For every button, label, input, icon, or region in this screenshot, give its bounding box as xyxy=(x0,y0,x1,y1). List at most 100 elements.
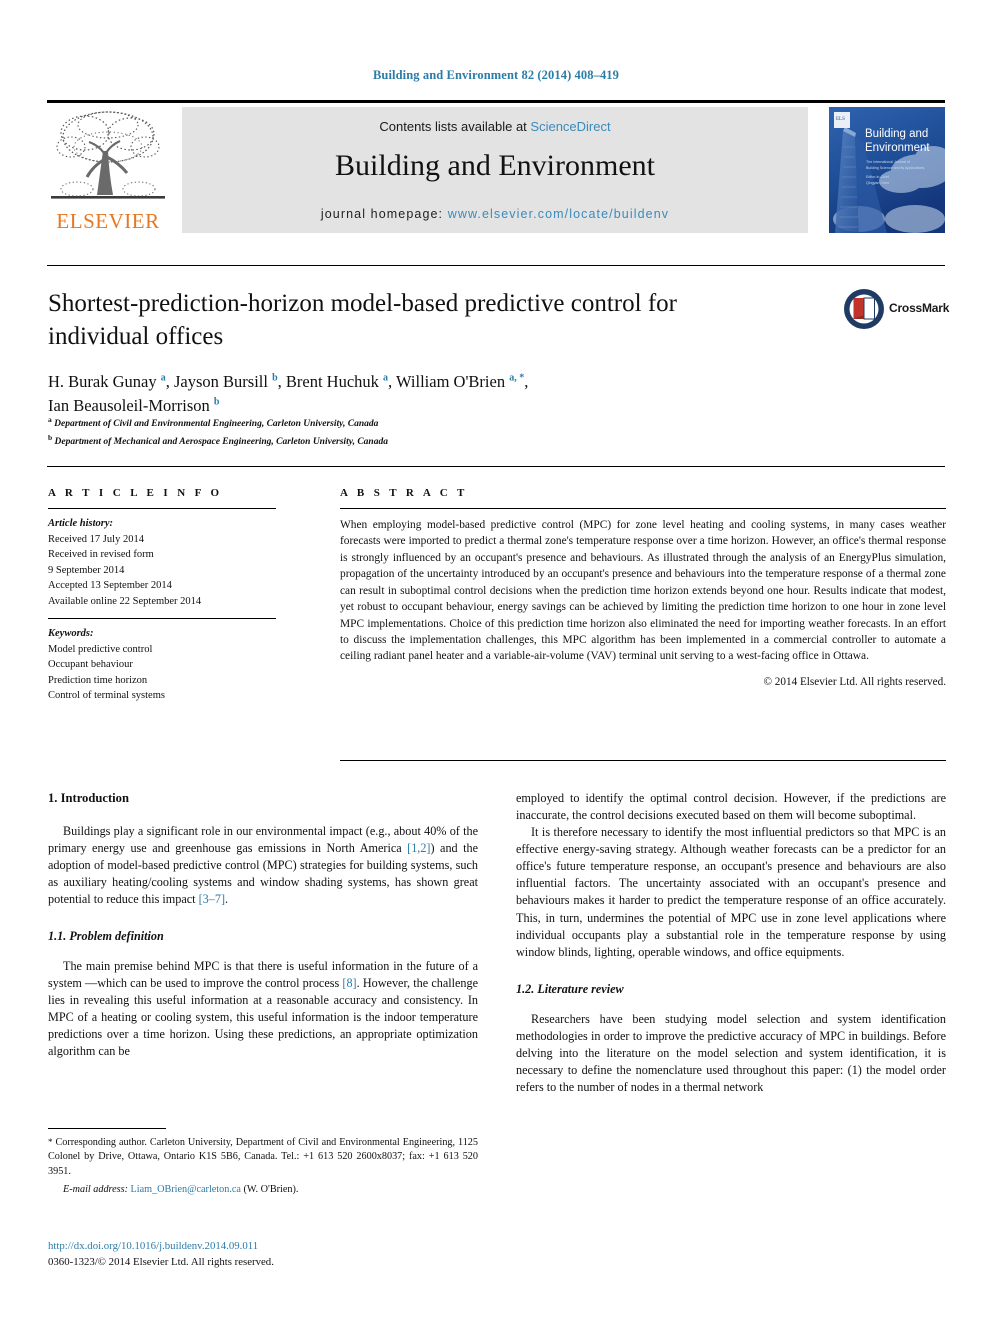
paragraph: employed to identify the optimal control… xyxy=(516,791,946,823)
running-head: Building and Environment 82 (2014) 408–4… xyxy=(372,68,620,82)
email-line: E-mail address: Liam_OBrien@carleton.ca … xyxy=(48,1184,478,1195)
author-affiliation-mark: b xyxy=(272,372,278,384)
article-info-rule xyxy=(48,508,276,509)
footnote-text: Corresponding author. Carleton Universit… xyxy=(48,1137,478,1177)
paragraph: Researchers have been studying model sel… xyxy=(516,1011,946,1095)
elsevier-wordmark: ELSEVIER xyxy=(56,209,160,233)
abstract-copyright: © 2014 Elsevier Ltd. All rights reserved… xyxy=(763,675,947,688)
affiliation-mark: a xyxy=(48,415,52,424)
subsection-heading-literature-review: 1.2. Literature review xyxy=(516,981,624,996)
corresponding-author-note: * Corresponding author. Carleton Univers… xyxy=(48,1136,478,1179)
author-affiliation-mark: a xyxy=(160,372,166,384)
body-column-left: 1. Introduction Buildings play a signifi… xyxy=(48,790,478,1061)
affiliation-mark: b xyxy=(48,432,53,442)
keywords-label: Keywords: xyxy=(48,628,94,640)
svg-text:Environment: Environment xyxy=(865,142,930,154)
keyword-item: Control of terminal systems xyxy=(48,690,165,702)
journal-title: Building and Environment xyxy=(335,149,655,182)
article-history-label: Article history: xyxy=(48,518,114,529)
author-item: Ian Beausoleil-Morrison b xyxy=(48,396,219,415)
page-title: Shortest-prediction-horizon model-based … xyxy=(48,290,677,350)
paragraph: It is therefore necessary to identify th… xyxy=(516,825,946,959)
email-label: E-mail address: xyxy=(63,1184,128,1196)
crossmark-label: CrossMark xyxy=(889,301,950,315)
doi-link[interactable]: http://dx.doi.org/10.1016/j.buildenv.201… xyxy=(48,1238,478,1254)
author-affiliation-mark: a, * xyxy=(509,372,525,384)
email-link[interactable]: Liam_OBrien@carleton.ca xyxy=(131,1184,241,1195)
elsevier-tree-icon xyxy=(51,111,165,199)
author-name: William O'Brien xyxy=(396,372,506,391)
abstract-bottom-divider xyxy=(340,760,946,761)
elsevier-logo: ELSEVIER xyxy=(47,107,169,233)
keywords-rule xyxy=(48,618,276,620)
paper-page: Building and Environment 82 (2014) 408–4… xyxy=(0,0,992,1323)
article-history-item: Received 17 July 2014 xyxy=(48,533,144,545)
svg-text:Qingyan Chen: Qingyan Chen xyxy=(866,181,889,185)
issn-copyright-line: 0360-1323/© 2014 Elsevier Ltd. All right… xyxy=(48,1256,274,1269)
article-history-item: Accepted 13 September 2014 xyxy=(48,580,172,592)
keyword-item: Occupant behaviour xyxy=(48,659,133,671)
section-heading-introduction: 1. Introduction xyxy=(48,791,129,805)
abstract-column: A B S T R A C T When employing model-bas… xyxy=(340,487,946,688)
body-column-right: employed to identify the optimal control… xyxy=(516,790,946,1096)
citation-ref[interactable]: [1,2] xyxy=(407,841,430,855)
author-item: H. Burak Gunay a xyxy=(48,372,166,391)
abstract-rule xyxy=(340,508,946,509)
author-name: H. Burak Gunay xyxy=(48,372,157,391)
abstract-text: When employing model-based predictive co… xyxy=(340,519,946,663)
title-divider xyxy=(47,265,945,266)
author-list: H. Burak Gunay a, Jayson Bursill b, Bren… xyxy=(48,372,529,415)
journal-band: Contents lists available at ScienceDirec… xyxy=(182,107,808,233)
keyword-item: Model predictive control xyxy=(48,643,153,655)
author-item: William O'Brien a, * xyxy=(396,372,524,391)
author-item: Jayson Bursill b xyxy=(174,372,278,391)
homepage-prefix: journal homepage: xyxy=(320,207,448,221)
footnote-rule xyxy=(48,1128,166,1129)
contents-line: Contents lists available at ScienceDirec… xyxy=(182,119,808,134)
article-info-column: A R T I C L E I N F O Article history: R… xyxy=(48,487,276,704)
crossmark-icon[interactable] xyxy=(843,288,885,330)
article-history-block: Article history: Received 17 July 2014 R… xyxy=(48,516,276,609)
paragraph: The main premise behind MPC is that ther… xyxy=(48,958,478,1060)
paragraph-text: . xyxy=(225,891,229,906)
svg-text:Editor-in-Chief: Editor-in-Chief xyxy=(866,175,889,179)
info-divider xyxy=(47,466,945,467)
journal-masthead: ELSEVIER Contents lists available at Sci… xyxy=(47,100,945,236)
citation-ref[interactable]: [8] xyxy=(342,976,356,990)
author-name: Brent Huchuk xyxy=(285,372,379,391)
affiliation-item: a Department of Civil and Environmental … xyxy=(48,414,728,432)
svg-text:ELS: ELS xyxy=(836,117,845,122)
subsection-heading-problem-definition: 1.1. Problem definition xyxy=(48,929,164,944)
email-suffix: (W. O'Brien). xyxy=(243,1184,299,1196)
affiliation-list: a Department of Civil and Environmental … xyxy=(48,414,728,450)
author-affiliation-mark: a xyxy=(383,372,389,384)
article-info-heading: A R T I C L E I N F O xyxy=(48,487,223,499)
author-name: Jayson Bursill xyxy=(173,372,268,391)
keyword-item: Prediction time horizon xyxy=(48,674,148,686)
author-name: Ian Beausoleil-Morrison xyxy=(48,395,210,415)
journal-cover-thumbnail: ELS Building and Environment The Interna… xyxy=(829,107,945,233)
svg-text:Building Science and its Appli: Building Science and its Applications xyxy=(866,166,925,170)
crossmark-badge-group[interactable]: CrossMark xyxy=(843,288,950,330)
paragraph: Buildings play a significant role in our… xyxy=(48,823,478,908)
journal-homepage-line: journal homepage: www.elsevier.com/locat… xyxy=(182,207,808,221)
affiliation-text: Department of Mechanical and Aerospace E… xyxy=(54,437,388,448)
keywords-block: Keywords: Model predictive control Occup… xyxy=(48,626,276,704)
journal-homepage-link[interactable]: www.elsevier.com/locate/buildenv xyxy=(448,207,669,221)
affiliation-text: Department of Civil and Environmental En… xyxy=(54,419,379,430)
journal-cover-image: ELS Building and Environment The Interna… xyxy=(829,107,945,233)
article-history-item: Received in revised form xyxy=(48,549,154,561)
article-history-item: 9 September 2014 xyxy=(48,564,125,576)
article-history-item: Available online 22 September 2014 xyxy=(48,595,202,607)
footnote-block: * Corresponding author. Carleton Univers… xyxy=(48,1128,478,1195)
sciencedirect-link[interactable]: ScienceDirect xyxy=(530,119,610,134)
affiliation-item: b Department of Mechanical and Aerospace… xyxy=(48,432,728,450)
citation-ref[interactable]: [3–7] xyxy=(199,892,225,906)
abstract-heading: A B S T R A C T xyxy=(340,487,468,499)
svg-text:Building and: Building and xyxy=(865,128,928,140)
doi-block: http://dx.doi.org/10.1016/j.buildenv.201… xyxy=(48,1238,478,1270)
author-affiliation-mark: b xyxy=(213,396,220,408)
contents-prefix: Contents lists available at xyxy=(379,119,531,134)
author-item: Brent Huchuk a xyxy=(286,372,388,391)
svg-text:The International Journal of: The International Journal of xyxy=(866,160,910,164)
